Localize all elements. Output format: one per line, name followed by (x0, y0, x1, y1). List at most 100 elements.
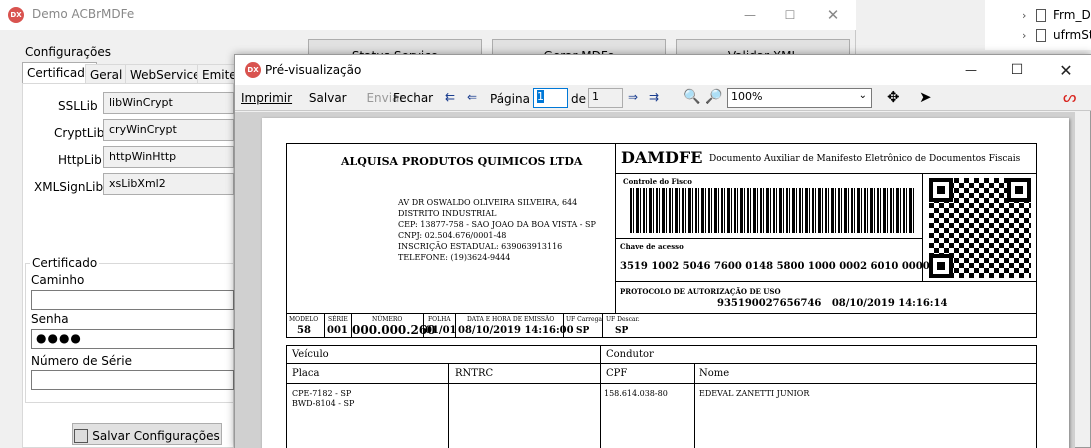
page-total-field: 1 (588, 88, 623, 108)
chevron-down-icon: ⌄ (858, 90, 867, 101)
senha-input[interactable]: ●●●● (31, 329, 234, 349)
cert-group-title: Certificado (30, 256, 100, 270)
menu-fechar[interactable]: Fechar (385, 91, 441, 105)
preview-maximize-button[interactable]: ☐ (994, 55, 1040, 85)
tab-webservice[interactable]: WebService (125, 64, 206, 84)
placa-label: Placa (292, 368, 320, 379)
zoom-out-icon[interactable]: 🔎 (705, 89, 722, 105)
serie-input[interactable] (31, 370, 234, 390)
tree-item-ufrm[interactable]: ufrmSt (1053, 28, 1091, 42)
chevron-right-icon[interactable]: › (1022, 9, 1026, 22)
pagina-label: Página (490, 92, 530, 106)
header-divider-h2 (615, 281, 1037, 282)
qr-finder (1007, 178, 1031, 202)
condutor-label: Condutor (606, 349, 654, 360)
ssllib-field[interactable]: libWinCrypt (103, 92, 234, 114)
address-line: INSCRIÇÃO ESTADUAL: 639063913116 (398, 242, 563, 251)
first-page-icon[interactable]: ⇇ (445, 90, 455, 104)
chave-divider (615, 238, 922, 239)
numero-label: NÚMERO (372, 316, 403, 323)
httplib-field[interactable]: httpWinHttp (103, 146, 234, 168)
uf-descar-label: UF Descar. (606, 316, 640, 323)
page-total-value: 1 (592, 90, 599, 103)
address-line: DISTRITO INDUSTRIAL (398, 209, 497, 218)
cpf-nome-sep (694, 363, 695, 448)
header-divider (615, 143, 616, 313)
header-divider-h1 (615, 173, 1037, 174)
config-group-title: Configurações (25, 45, 111, 59)
uf-carrega-value: SP (576, 326, 590, 336)
xmlsignlib-field[interactable]: xsLibXml2 (103, 173, 234, 195)
caminho-input[interactable] (31, 290, 234, 310)
xmlsignlib-label: XMLSignLib (34, 180, 104, 194)
veiculo-condutor-sep (600, 345, 601, 448)
address-line: CNPJ: 02.504.676/0001-48 (398, 231, 507, 240)
pointer-icon[interactable]: ➤ (919, 88, 932, 106)
folha-value: 01/01 (425, 325, 457, 336)
serie-label: Número de Série (31, 354, 132, 368)
httplib-label: HttpLib (58, 153, 102, 167)
preview-window: DX Pré-visualização — ☐ ✕ Imprimir Salva… (234, 54, 1091, 448)
ssllib-label: SSLLib (58, 99, 98, 113)
senha-label: Senha (31, 312, 69, 326)
next-page-icon[interactable]: ⇒ (628, 90, 638, 104)
fields-top (286, 313, 1037, 314)
uf-carrega-label: UF Carrega (566, 316, 602, 323)
maximize-button[interactable]: ☐ (770, 0, 810, 30)
project-tree: › Frm_De › ufrmSt (985, 0, 1091, 50)
zoom-value: 100% (731, 90, 763, 103)
chave-value: 3519 1002 5046 7600 0148 5800 1000 0002 … (620, 261, 961, 272)
prev-page-icon[interactable]: ⇐ (467, 90, 477, 104)
controle-label: Controle do Fisco (623, 177, 692, 186)
salvar-configuracoes-label: Salvar Configurações (92, 428, 220, 443)
main-window-title: Demo ACBrMDFe (32, 7, 135, 21)
zoom-select[interactable]: 100% ⌄ (727, 88, 872, 108)
tree-item-frm[interactable]: Frm_De (1053, 8, 1091, 22)
company-name: ALQUISA PRODUTOS QUIMICOS LTDA (341, 155, 583, 168)
page-current-value: 1 (537, 90, 544, 103)
emissao-value: 08/10/2019 14:16:00 (458, 325, 574, 336)
chave-label: Chave de acesso (620, 242, 684, 251)
veiculo-header-sep (286, 363, 1037, 364)
veiculo-label: Veículo (292, 349, 329, 360)
last-page-icon[interactable]: ⇉ (649, 90, 659, 104)
damdfe-title: DAMDFE (621, 148, 703, 167)
modelo-label: MODELO (289, 316, 319, 323)
numero-value: 000.000.260 (352, 323, 436, 337)
field-sep (324, 313, 325, 338)
tab-geral[interactable]: Geral (85, 64, 128, 84)
brand-logo-icon: ᔕ (1063, 88, 1077, 106)
main-title-bar: DX Demo ACBrMDFe — ☐ ✕ (0, 0, 856, 30)
close-button[interactable]: ✕ (810, 0, 856, 30)
minimize-button[interactable]: — (730, 0, 770, 30)
app-icon: DX (8, 7, 24, 23)
preview-title: Pré-visualização (265, 63, 362, 77)
zoom-in-icon[interactable]: 🔍 (683, 89, 700, 105)
serie-label: SÉRIE (328, 316, 348, 323)
placa-rntrc-sep (448, 363, 449, 448)
protocolo-label: PROTOCOLO DE AUTORIZAÇÃO DE USO (620, 287, 781, 296)
salvar-configuracoes-button[interactable]: Salvar Configurações (72, 423, 222, 445)
senha-value: ●●●● (36, 331, 82, 345)
preview-title-bar: DX Pré-visualização — ☐ ✕ (235, 55, 1091, 85)
qr-finder (929, 178, 953, 202)
address-line: CEP: 13877-758 - SAO JOAO DA BOA VISTA -… (398, 220, 596, 229)
menu-salvar[interactable]: Salvar (304, 91, 355, 105)
cryptlib-label: CryptLib (54, 126, 105, 140)
caminho-label: Caminho (31, 273, 85, 287)
cpf-value: 158.614.038-80 (604, 389, 668, 398)
save-icon (74, 428, 89, 443)
preview-close-button[interactable]: ✕ (1040, 55, 1091, 85)
cryptlib-field[interactable]: cryWinCrypt (103, 119, 234, 141)
preview-minimize-button[interactable]: — (948, 55, 994, 85)
nome-label: Nome (699, 368, 730, 379)
address-line: TELEFONE: (19)3624-9444 (398, 253, 511, 262)
page-current-input[interactable]: 1 (533, 88, 568, 108)
nome-value: EDEVAL ZANETTI JUNIOR (699, 389, 810, 398)
menu-imprimir[interactable]: Imprimir (235, 91, 300, 105)
emissao-label: DATA E HORA DE EMISSÃO (467, 316, 555, 323)
de-label: de (571, 92, 586, 106)
pan-icon[interactable]: ✥ (887, 88, 900, 106)
preview-app-icon: DX (245, 62, 261, 78)
chevron-right-icon[interactable]: › (1022, 29, 1026, 42)
